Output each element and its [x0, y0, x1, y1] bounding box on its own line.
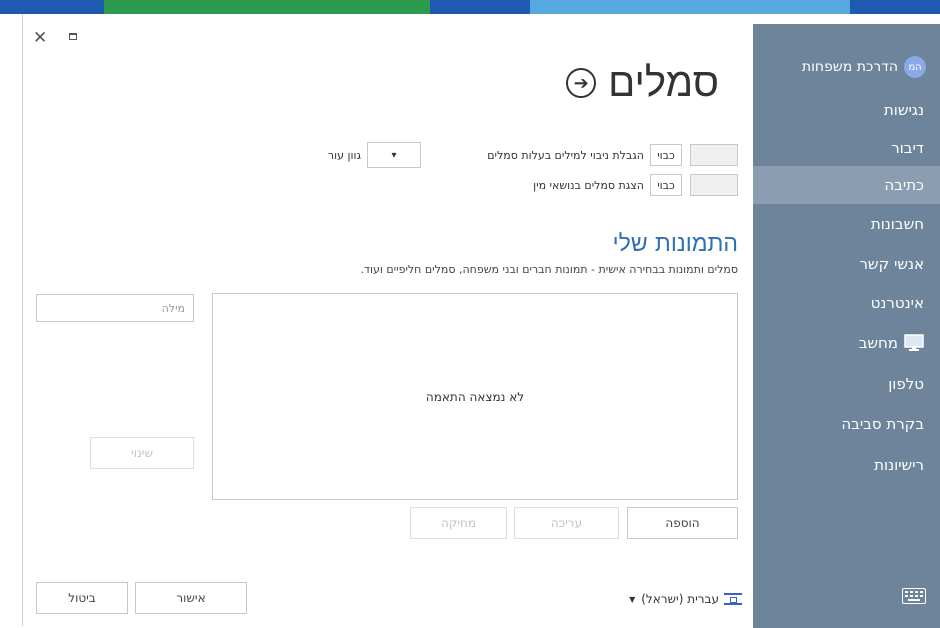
israel-flag-icon	[724, 593, 742, 605]
profile-name: הדרכת משפחות	[801, 59, 898, 75]
toggle-state-label: כבוי	[650, 144, 682, 166]
edit-button[interactable]: עריכה	[514, 507, 619, 539]
monitor-icon	[904, 334, 924, 352]
toggle-adult-symbols[interactable]	[690, 174, 738, 196]
sidebar-item-label: בקרת סביבה	[841, 415, 924, 433]
top-progress-strip	[0, 0, 940, 14]
close-icon[interactable]: ✕	[33, 30, 49, 47]
sidebar-item-phone[interactable]: טלפון	[753, 365, 940, 403]
sidebar-item-environment-control[interactable]: בקרת סביבה	[753, 405, 940, 443]
sidebar-item-speech[interactable]: דיבור	[753, 129, 940, 167]
sidebar-item-label: כתיבה	[884, 176, 924, 194]
setting-label: הצגת סמלים בנושאי מין	[533, 178, 644, 192]
page-title: סמלים	[608, 60, 719, 106]
strip-segment	[430, 0, 530, 14]
sidebar-item-label: אנשי קשר	[859, 255, 924, 273]
sidebar-item-label: נגישות	[883, 101, 924, 119]
page-title-row: סמלים ➔	[566, 60, 719, 106]
skin-tone-label: גוון עור	[327, 148, 361, 162]
strip-segment	[0, 0, 104, 14]
pictures-list[interactable]: לא נמצאה התאמה	[212, 293, 738, 500]
keyboard-icon[interactable]	[902, 588, 926, 604]
change-button[interactable]: שינוי	[90, 437, 194, 469]
sidebar-item-label: רישיונות	[874, 456, 924, 474]
skin-tone-setting: ▾ גוון עור	[328, 142, 427, 168]
sidebar-item-label: מחשב	[858, 334, 898, 352]
empty-message: לא נמצאה התאמה	[425, 389, 525, 404]
language-selector[interactable]: עברית (ישראל) ▼	[612, 590, 742, 608]
strip-segment	[530, 0, 850, 14]
setting-label: הגבלת ניבוי למילים בעלות סמלים	[487, 148, 644, 162]
sidebar-item-internet[interactable]: אינטרנט	[753, 284, 940, 322]
delete-button[interactable]: מחיקה	[410, 507, 507, 539]
toggle-limit-prediction[interactable]	[690, 144, 738, 166]
sidebar-item-contacts[interactable]: אנשי קשר	[753, 245, 940, 283]
strip-segment	[104, 0, 430, 14]
sidebar-item-label: אינטרנט	[870, 294, 924, 312]
sidebar-item-label: דיבור	[891, 139, 924, 157]
strip-segment	[850, 0, 940, 14]
add-button[interactable]: הוספה	[627, 507, 738, 539]
sidebar-item-accessibility[interactable]: נגישות	[753, 91, 940, 129]
sidebar-item-writing[interactable]: כתיבה	[753, 166, 940, 204]
sidebar-item-accounts[interactable]: חשבונות	[753, 205, 940, 243]
sidebar-item-computer[interactable]: מחשב	[753, 324, 940, 362]
toggle-state-label: כבוי	[650, 174, 682, 196]
avatar: המ	[904, 56, 926, 78]
setting-row-limit-prediction: כבוי הגבלת ניבוי למילים בעלות סמלים	[487, 144, 738, 166]
section-description: סמלים ותמונות בבחירה אישית - תמונות חברי…	[360, 263, 739, 276]
sidebar-item-licenses[interactable]: רישיונות	[753, 446, 940, 484]
sidebar-item-label: טלפון	[888, 375, 924, 393]
sidebar: המ הדרכת משפחות נגישות דיבור כתיבה חשבונ…	[753, 24, 940, 628]
section-title: התמונות שלי	[612, 231, 738, 257]
word-search-input[interactable]	[36, 294, 194, 322]
arrow-circle-icon[interactable]: ➔	[566, 68, 597, 98]
chevron-down-icon: ▼	[629, 594, 636, 604]
profile[interactable]: המ הדרכת משפחות	[802, 56, 926, 78]
skin-tone-dropdown[interactable]: ▾	[367, 142, 421, 168]
setting-row-adult-symbols: כבוי הצגת סמלים בנושאי מין	[533, 174, 738, 196]
maximize-icon[interactable]	[69, 33, 77, 40]
ok-button[interactable]: אישור	[135, 582, 247, 614]
chevron-down-icon: ▾	[391, 149, 397, 161]
sidebar-item-label: חשבונות	[870, 215, 924, 233]
cancel-button[interactable]: ביטול	[36, 582, 128, 614]
language-label: עברית (ישראל)	[641, 592, 719, 606]
